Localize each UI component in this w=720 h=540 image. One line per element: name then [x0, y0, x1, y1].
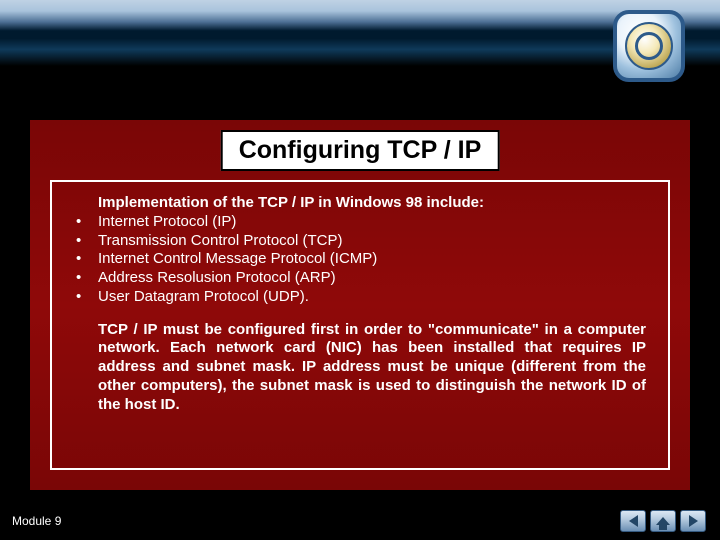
content-panel: Configuring TCP / IP Implementation of t… — [30, 120, 690, 490]
next-button[interactable] — [680, 510, 706, 532]
module-label: Module 9 — [12, 514, 61, 528]
list-item: Transmission Control Protocol (TCP) — [98, 232, 652, 251]
logo-emblem-icon — [625, 22, 673, 70]
protocol-list: Internet Protocol (IP) Transmission Cont… — [98, 213, 652, 307]
home-icon — [656, 517, 670, 525]
list-item: User Datagram Protocol (UDP). — [98, 288, 652, 307]
lead-text: Implementation of the TCP / IP in Window… — [98, 194, 652, 213]
logo-badge — [613, 10, 685, 82]
body-frame: Implementation of the TCP / IP in Window… — [50, 180, 670, 470]
nav-controls — [620, 510, 706, 532]
prev-button[interactable] — [620, 510, 646, 532]
list-item: Internet Control Message Protocol (ICMP) — [98, 250, 652, 269]
arrow-right-icon — [689, 515, 698, 527]
list-item: Address Resolusion Protocol (ARP) — [98, 269, 652, 288]
body-paragraph: TCP / IP must be configured first in ord… — [98, 321, 646, 415]
slide-title: Configuring TCP / IP — [221, 130, 500, 171]
arrow-left-icon — [629, 515, 638, 527]
home-button[interactable] — [650, 510, 676, 532]
list-item: Internet Protocol (IP) — [98, 213, 652, 232]
slide-header — [0, 0, 720, 110]
